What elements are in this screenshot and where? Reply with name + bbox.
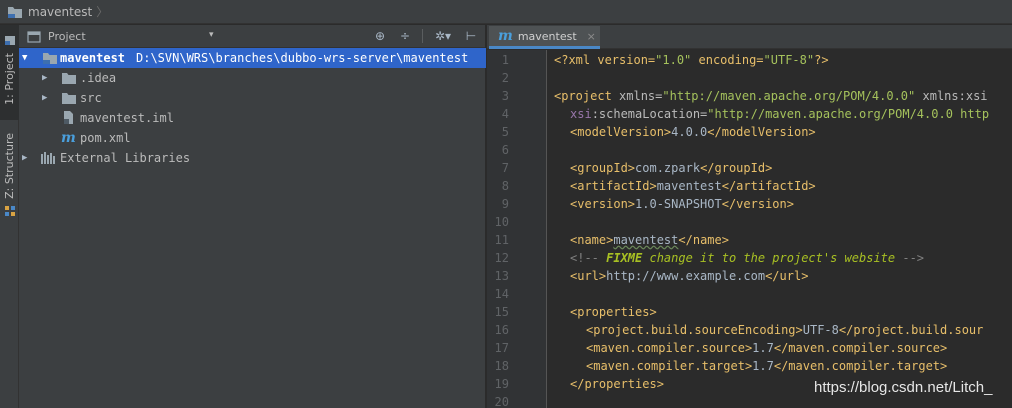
project-view-title[interactable]: Project [48, 30, 86, 43]
code-line-18: <maven.compiler.target>1.7</maven.compil… [586, 359, 948, 373]
code-line-12: <!-- FIXME change it to the project's we… [570, 251, 925, 265]
root-path-text: D:\SVN\WRS\branches\dubbo-wrs-server\mav… [136, 51, 469, 65]
line-number: 1 [501, 53, 509, 67]
line-number: 17 [494, 341, 509, 355]
line-number: 12 [494, 251, 509, 265]
code-line-17: <maven.compiler.source>1.7</maven.compil… [586, 341, 948, 355]
locate-icon[interactable]: ⊕ [372, 28, 388, 44]
structure-tool-icon [4, 202, 16, 221]
code-line-8: <artifactId>maventest</artifactId> [570, 179, 816, 193]
view-dropdown-icon[interactable]: ▾ [209, 30, 214, 40]
navigation-bar: maventest 〉 [0, 0, 1012, 24]
expanded-arrow-icon[interactable]: ▼ [22, 53, 27, 63]
code-line-15: <properties> [570, 305, 657, 319]
line-number: 11 [494, 233, 509, 247]
line-number: 10 [494, 215, 509, 229]
line-number: 5 [501, 125, 509, 139]
line-number: 7 [501, 161, 509, 175]
line-number: 16 [494, 323, 509, 337]
settings-gear-icon[interactable]: ✲▾ [432, 28, 454, 44]
code-line-13: <url>http://www.example.com</url> [570, 269, 809, 283]
library-icon [40, 151, 56, 165]
tree-row-iml[interactable]: maventest.iml [19, 108, 486, 128]
project-tool-label: 1: Project [3, 53, 16, 105]
tree-label-idea: .idea [80, 71, 117, 85]
code-line-3: <project xmlns="http://maven.apache.org/… [554, 89, 988, 103]
maven-file-icon: m [61, 130, 76, 146]
code-line-16: <project.build.sourceEncoding>UTF-8</pro… [586, 323, 984, 337]
collapsed-arrow-icon[interactable]: ▶ [22, 153, 27, 163]
code-line-7: <groupId>com.zpark</groupId> [570, 161, 773, 175]
line-number-gutter: 1 2 3 4 5 6 7 8 9 10 11 12 13 14 15 16 17 18 19 20 [487, 50, 547, 408]
left-tool-stripe: 1: Project Z: Structure [0, 25, 19, 408]
line-number: 3 [501, 89, 509, 103]
collapsed-arrow-icon[interactable]: ▶ [42, 93, 47, 103]
maven-file-icon: m [498, 28, 513, 44]
tree-label-root: maventest [60, 51, 126, 65]
project-tool-icon [4, 31, 16, 50]
tree-row-maventest[interactable]: ▼ maventest D:\SVN\WRS\branches\dubbo-wr… [19, 48, 486, 68]
editor-area: m maventest × 1 2 3 4 5 6 7 8 9 10 11 12 13 14 15 16 17 1… [487, 25, 1012, 408]
folder-icon [61, 91, 77, 105]
module-folder-icon [42, 51, 58, 65]
line-number: 4 [501, 107, 509, 121]
tree-label-src: src [80, 91, 102, 105]
code-line-1: <?xml version="1.0" encoding="UTF-8"?> [554, 53, 829, 67]
line-number: 15 [494, 305, 509, 319]
line-number: 9 [501, 197, 509, 211]
iml-file-icon [61, 110, 77, 124]
line-number: 6 [501, 143, 509, 157]
tree-label-external-libraries: External Libraries [60, 151, 191, 165]
panel-toolbar: ⊕ ÷ ✲▾ ⊢ [372, 28, 479, 44]
module-folder-icon [7, 5, 23, 19]
folder-icon [61, 71, 77, 85]
line-number: 14 [494, 287, 509, 301]
close-tab-icon[interactable]: × [587, 30, 596, 43]
tree-label-pom: pom.xml [80, 131, 131, 145]
collapse-all-icon[interactable]: ÷ [397, 28, 413, 44]
line-number: 2 [501, 71, 509, 85]
breadcrumb-maventest[interactable]: maventest [28, 5, 92, 19]
line-number: 19 [494, 377, 509, 391]
tree-row-external-libraries[interactable]: ▶ External Libraries [19, 148, 486, 168]
collapsed-arrow-icon[interactable]: ▶ [42, 73, 47, 83]
tree-row-idea[interactable]: ▶ .idea [19, 68, 486, 88]
tab-label: maventest [517, 29, 577, 43]
line-number: 20 [494, 395, 509, 408]
watermark-text: https://blog.csdn.net/Litch_ [814, 379, 993, 396]
tree-row-pom[interactable]: m pom.xml [19, 128, 486, 148]
line-number: 18 [494, 359, 509, 373]
tree-label-iml: maventest.iml [80, 111, 174, 125]
editor-tab-bar: m maventest × [487, 25, 1012, 49]
breadcrumb-separator: 〉 [96, 5, 109, 19]
hide-panel-icon[interactable]: ⊢ [463, 28, 479, 44]
project-panel: Project ▾ ⊕ ÷ ✲▾ ⊢ ▼ maventest D:\SVN\WR… [19, 25, 486, 408]
code-line-9: <version>1.0-SNAPSHOT</version> [570, 197, 794, 211]
project-tool-button[interactable]: 1: Project [0, 25, 19, 120]
project-panel-header: Project ▾ ⊕ ÷ ✲▾ ⊢ [19, 25, 485, 48]
structure-tool-button[interactable]: Z: Structure [0, 133, 19, 228]
editor-tab-maventest[interactable]: m maventest × [489, 26, 600, 49]
project-view-icon [27, 30, 41, 43]
code-line-11: <name>maventest</name> [570, 233, 729, 247]
toolbar-divider [422, 29, 423, 43]
structure-tool-label: Z: Structure [3, 133, 16, 199]
line-number: 13 [494, 269, 509, 283]
code-area[interactable]: <?xml version="1.0" encoding="UTF-8"?> <… [554, 50, 1012, 408]
code-line-5: <modelVersion>4.0.0</modelVersion> [570, 125, 816, 139]
code-line-4: xsi:schemaLocation="http://maven.apache.… [570, 107, 990, 121]
code-line-19: </properties> [570, 377, 664, 391]
tree-row-src[interactable]: ▶ src [19, 88, 486, 108]
line-number: 8 [501, 179, 509, 193]
